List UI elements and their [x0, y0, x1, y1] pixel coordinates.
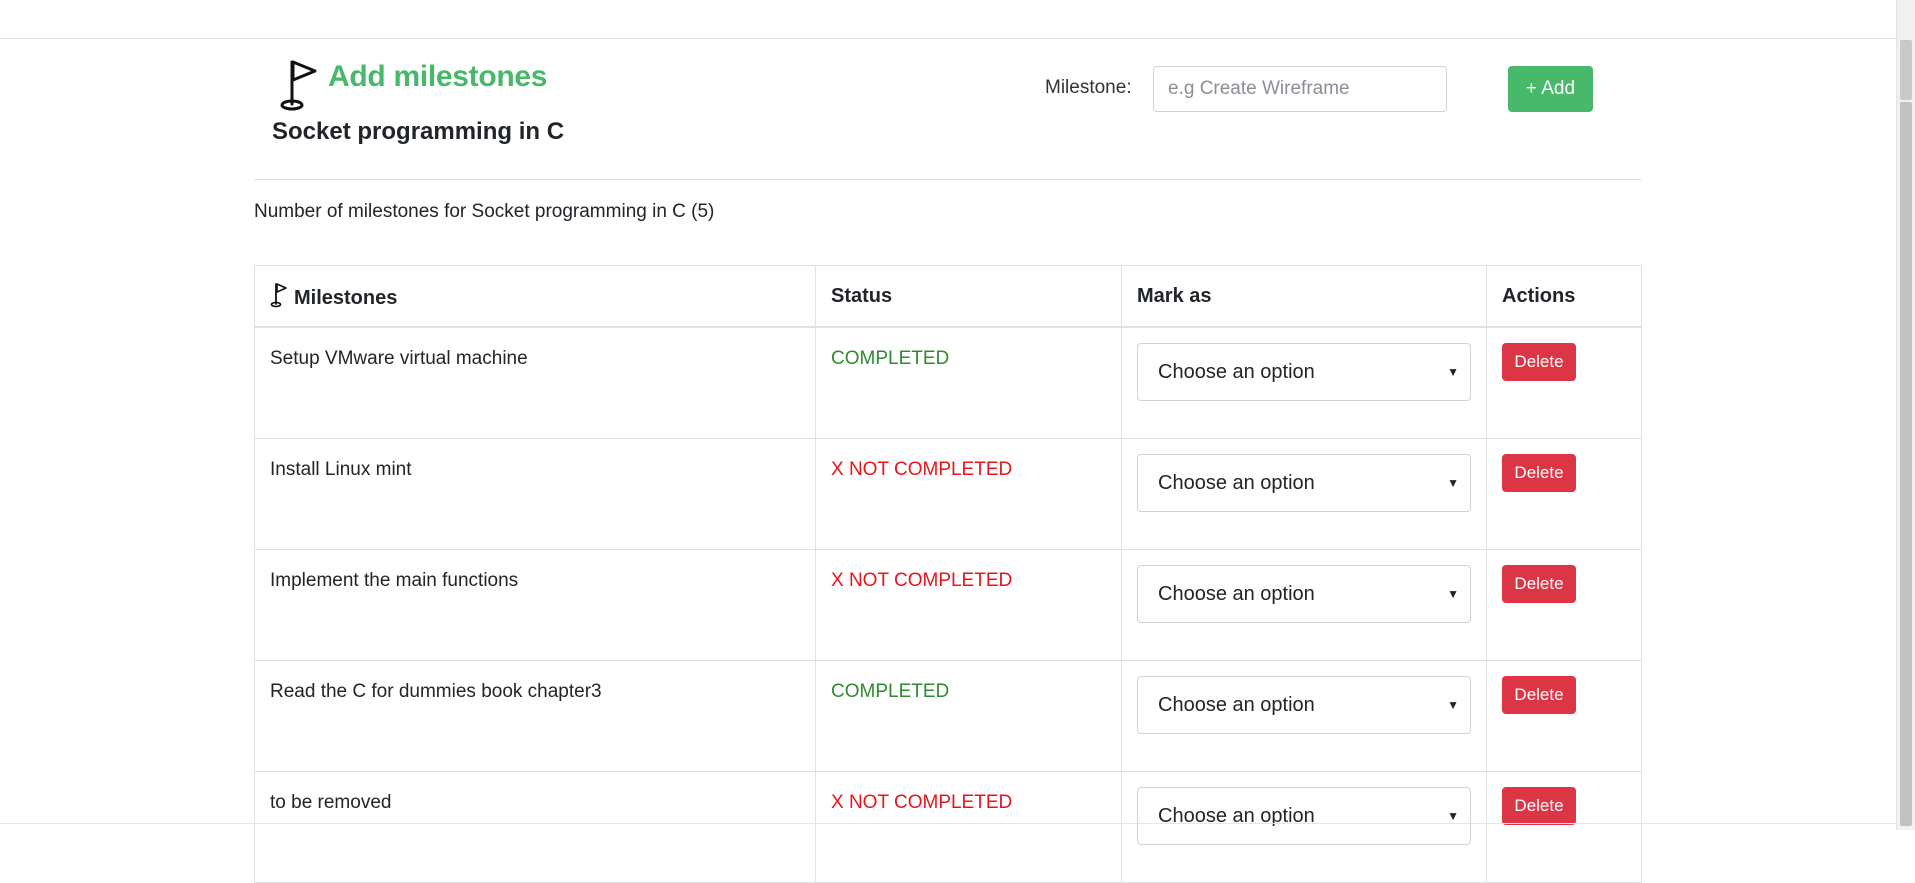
header-actions: Actions	[1486, 265, 1642, 328]
caret-down-icon: ▼	[1447, 587, 1459, 601]
milestone-label: Milestone:	[1045, 77, 1132, 98]
top-bar	[0, 0, 1897, 39]
mark-as-select[interactable]: Choose an option ▼	[1137, 565, 1471, 623]
table-row: Setup VMware virtual machine COMPLETED C…	[254, 326, 1642, 439]
mark-as-select-value[interactable]: Choose an option	[1137, 343, 1471, 401]
table-header-row: Milestones Status Mark as Actions	[254, 265, 1642, 328]
scrollbar-thumb[interactable]	[1900, 102, 1912, 826]
mark-as-select[interactable]: Choose an option ▼	[1137, 787, 1471, 845]
table-row: Implement the main functions X NOT COMPL…	[254, 549, 1642, 661]
actions-cell: Delete	[1486, 326, 1642, 439]
mark-as-cell: Choose an option ▼	[1121, 438, 1487, 550]
section-divider	[254, 179, 1641, 180]
delete-button[interactable]: Delete	[1502, 565, 1576, 603]
milestone-name: to be removed	[254, 771, 816, 883]
mark-as-select[interactable]: Choose an option ▼	[1137, 454, 1471, 512]
footer-divider	[0, 823, 1897, 824]
status-label: X NOT COMPLETED	[815, 549, 1122, 661]
actions-cell: Delete	[1486, 549, 1642, 661]
milestone-name: Implement the main functions	[254, 549, 816, 661]
mark-as-cell: Choose an option ▼	[1121, 549, 1487, 661]
status-label: COMPLETED	[815, 660, 1122, 772]
table-row: to be removed X NOT COMPLETED Choose an …	[254, 771, 1642, 883]
milestones-table: Milestones Status Mark as Actions Setup …	[254, 265, 1642, 883]
mark-as-select-value[interactable]: Choose an option	[1137, 565, 1471, 623]
milestone-name: Read the C for dummies book chapter3	[254, 660, 816, 772]
golf-flag-icon	[270, 283, 287, 308]
mark-as-cell: Choose an option ▼	[1121, 771, 1487, 883]
milestone-name: Install Linux mint	[254, 438, 816, 550]
page-title: Add milestones	[328, 60, 548, 93]
scrollbar-track-upper	[1900, 40, 1912, 100]
delete-button[interactable]: Delete	[1502, 454, 1576, 492]
mark-as-cell: Choose an option ▼	[1121, 660, 1487, 772]
milestone-count: Number of milestones for Socket programm…	[254, 201, 715, 222]
delete-button[interactable]: Delete	[1502, 676, 1576, 714]
actions-cell: Delete	[1486, 660, 1642, 772]
header-milestones: Milestones	[254, 265, 816, 328]
delete-button[interactable]: Delete	[1502, 343, 1576, 381]
mark-as-select-value[interactable]: Choose an option	[1137, 787, 1471, 845]
caret-down-icon: ▼	[1447, 809, 1459, 823]
delete-button[interactable]: Delete	[1502, 787, 1576, 825]
mark-as-select-value[interactable]: Choose an option	[1137, 454, 1471, 512]
header-mark-as: Mark as	[1121, 265, 1487, 328]
actions-cell: Delete	[1486, 771, 1642, 883]
table-row: Read the C for dummies book chapter3 COM…	[254, 660, 1642, 772]
caret-down-icon: ▼	[1447, 698, 1459, 712]
page-scrollbar[interactable]	[1896, 0, 1915, 830]
header-status: Status	[815, 265, 1122, 328]
status-label: X NOT COMPLETED	[815, 771, 1122, 883]
status-label: X NOT COMPLETED	[815, 438, 1122, 550]
project-name: Socket programming in C	[272, 118, 565, 145]
status-label: COMPLETED	[815, 326, 1122, 439]
mark-as-select[interactable]: Choose an option ▼	[1137, 676, 1471, 734]
add-milestone-button[interactable]: + Add	[1508, 66, 1593, 112]
golf-flag-icon	[280, 60, 317, 111]
caret-down-icon: ▼	[1447, 476, 1459, 490]
mark-as-cell: Choose an option ▼	[1121, 326, 1487, 439]
mark-as-select[interactable]: Choose an option ▼	[1137, 343, 1471, 401]
milestone-input[interactable]	[1153, 66, 1447, 112]
table-row: Install Linux mint X NOT COMPLETED Choos…	[254, 438, 1642, 550]
header-milestones-label: Milestones	[294, 287, 398, 309]
caret-down-icon: ▼	[1447, 365, 1459, 379]
milestone-name: Setup VMware virtual machine	[254, 326, 816, 439]
mark-as-select-value[interactable]: Choose an option	[1137, 676, 1471, 734]
actions-cell: Delete	[1486, 438, 1642, 550]
